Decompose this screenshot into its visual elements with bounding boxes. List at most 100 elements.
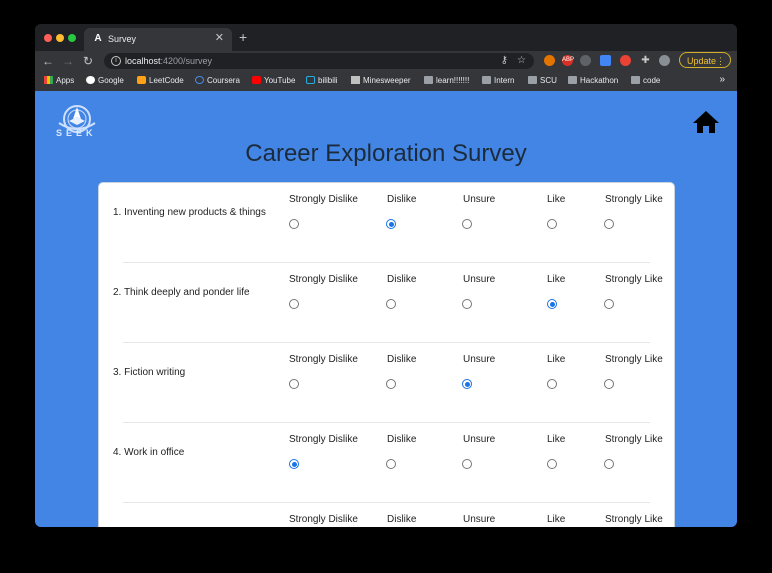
update-label: Update	[687, 56, 717, 66]
address-bar[interactable]: i localhost:4200/survey ⚷ ☆	[104, 53, 534, 69]
folder-icon	[568, 76, 577, 84]
option-label: Unsure	[463, 354, 496, 365]
radio-option[interactable]	[386, 299, 396, 309]
adblock-icon[interactable]: ABP	[562, 55, 574, 66]
bookmark-label: code	[643, 76, 661, 85]
option-label: Strongly Dislike	[289, 354, 358, 365]
radio-option[interactable]	[547, 299, 557, 309]
minimize-window-button[interactable]	[56, 34, 64, 42]
option-label: Strongly Dislike	[289, 434, 358, 445]
option-label: Strongly Like	[605, 434, 663, 445]
url-host: localhost	[125, 56, 161, 66]
radio-option[interactable]	[604, 219, 614, 229]
forward-arrow-icon[interactable]: →	[61, 53, 75, 69]
more-bookmarks-icon[interactable]: »	[719, 74, 725, 85]
close-window-button[interactable]	[44, 34, 52, 42]
radio-option[interactable]	[289, 219, 299, 229]
site-info-icon[interactable]: i	[111, 56, 121, 66]
radio-option[interactable]	[386, 379, 396, 389]
bookmark-google[interactable]: Google	[86, 75, 124, 87]
option-label: Strongly Like	[605, 194, 663, 205]
tab-strip: A Survey ✕ +	[35, 24, 737, 51]
bookmark-leetcode[interactable]: LeetCode	[137, 75, 184, 87]
question-label: 3. Fiction writing	[113, 367, 186, 378]
logo-text: SEEK	[56, 128, 97, 138]
survey-question: Strongly Dislike Dislike Unsure Like Strongl…	[99, 503, 674, 527]
option-label: Like	[547, 434, 566, 445]
bookmark-folder-intern[interactable]: Intern	[482, 75, 514, 87]
back-arrow-icon[interactable]: ←	[41, 53, 55, 69]
option-label: Like	[547, 194, 566, 205]
option-label: Unsure	[463, 274, 496, 285]
option-label: Unsure	[463, 194, 496, 205]
radio-option[interactable]	[604, 459, 614, 469]
new-tab-icon[interactable]: +	[239, 30, 247, 44]
option-label: Strongly Dislike	[289, 514, 358, 525]
radio-option[interactable]	[289, 379, 299, 389]
bookmark-star-icon[interactable]: ☆	[517, 55, 526, 67]
option-label: Strongly Like	[605, 514, 663, 525]
radio-option[interactable]	[547, 379, 557, 389]
folder-icon	[424, 76, 433, 84]
option-label: Like	[547, 514, 566, 525]
bookmark-label: Minesweeper	[363, 76, 411, 85]
extension-icon[interactable]	[620, 55, 631, 66]
radio-option[interactable]	[462, 379, 472, 389]
extension-icon[interactable]	[544, 55, 555, 66]
radio-option[interactable]	[604, 379, 614, 389]
option-label: Dislike	[387, 274, 417, 285]
home-icon[interactable]	[692, 110, 720, 134]
radio-option[interactable]	[604, 299, 614, 309]
radio-option[interactable]	[289, 459, 299, 469]
radio-option[interactable]	[462, 459, 472, 469]
option-label: Strongly Dislike	[289, 274, 358, 285]
key-icon[interactable]: ⚷	[501, 55, 508, 67]
profile-avatar[interactable]	[659, 55, 670, 66]
bookmark-folder-scu[interactable]: SCU	[528, 75, 557, 87]
bookmark-folder-learn[interactable]: learn!!!!!!!	[424, 75, 469, 87]
survey-question: 3. Fiction writing Strongly Dislike Dislik…	[99, 343, 674, 423]
tab-survey[interactable]: A Survey ✕	[84, 28, 232, 51]
survey-question: 2. Think deeply and ponder life Strongly …	[99, 263, 674, 343]
option-label: Dislike	[387, 194, 417, 205]
question-label: 4. Work in office	[113, 447, 185, 458]
reload-icon[interactable]: ↻	[81, 53, 95, 69]
option-label: Strongly Like	[605, 274, 663, 285]
radio-option[interactable]	[289, 299, 299, 309]
maximize-window-button[interactable]	[68, 34, 76, 42]
question-label: 2. Think deeply and ponder life	[113, 287, 250, 298]
translate-icon[interactable]	[600, 55, 611, 66]
bookmark-label: Intern	[494, 76, 515, 85]
bookmark-apps[interactable]: Apps	[44, 75, 74, 87]
radio-option[interactable]	[547, 459, 557, 469]
radio-option[interactable]	[462, 219, 472, 229]
bookmark-coursera[interactable]: Coursera	[195, 75, 240, 87]
option-label: Unsure	[463, 434, 496, 445]
radio-option[interactable]	[386, 219, 396, 229]
radio-option[interactable]	[547, 219, 557, 229]
option-label: Strongly Like	[605, 354, 663, 365]
bookmark-label: YouTube	[264, 76, 296, 85]
tab-title: Survey	[108, 34, 137, 44]
bookmark-label: Coursera	[207, 76, 240, 85]
option-label: Dislike	[387, 434, 417, 445]
radio-option[interactable]	[386, 459, 396, 469]
bookmark-folder-hackathon[interactable]: Hackathon	[568, 75, 618, 87]
extension-icon[interactable]	[580, 55, 591, 66]
bookmarks-bar: Apps Google LeetCode Coursera YouTube bi…	[35, 71, 737, 91]
update-button[interactable]: Update ⋮	[679, 52, 731, 68]
bookmark-bilibili[interactable]: bilibili	[306, 75, 338, 87]
tab-close-icon[interactable]: ✕	[215, 32, 224, 44]
bookmark-label: Google	[98, 76, 124, 85]
radio-option[interactable]	[462, 299, 472, 309]
leetcode-icon	[137, 76, 146, 84]
option-label: Like	[547, 274, 566, 285]
puzzle-icon[interactable]: ✚	[640, 55, 651, 66]
survey-card: 1. Inventing new products & things Strong…	[98, 182, 675, 527]
url-text: localhost:4200/survey	[125, 55, 212, 67]
question-label: 1. Inventing new products & things	[113, 207, 266, 218]
bookmark-minesweeper[interactable]: Minesweeper	[351, 75, 411, 87]
option-label: Dislike	[387, 354, 417, 365]
bookmark-folder-code[interactable]: code	[631, 75, 660, 87]
bookmark-youtube[interactable]: YouTube	[252, 75, 295, 87]
